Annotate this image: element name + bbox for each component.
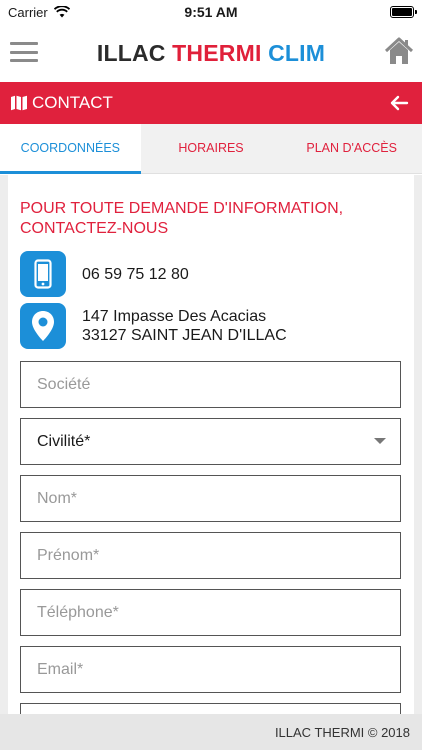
status-left: Carrier [8, 5, 70, 20]
menu-line [10, 59, 38, 62]
carrier-label: Carrier [8, 4, 48, 20]
contact-card: POUR TOUTE DEMANDE D'INFORMATION, CONTAC… [8, 175, 414, 714]
status-right [390, 6, 417, 18]
menu-line [10, 42, 38, 45]
civilite-value: Civilité* [37, 432, 91, 450]
home-icon[interactable] [384, 36, 414, 66]
societe-field[interactable]: Société [20, 361, 401, 408]
brand-word-2: THERMI [172, 39, 262, 66]
contact-title: CONTACT [32, 93, 113, 112]
content-background: POUR TOUTE DEMANDE D'INFORMATION, CONTAC… [0, 175, 422, 714]
hamburger-menu-button[interactable] [10, 40, 38, 64]
message-field[interactable] [20, 703, 401, 714]
map-icon [11, 95, 27, 111]
tab-coordonnees[interactable]: COORDONNÉES [0, 124, 141, 174]
contact-bar: CONTACT [0, 82, 422, 124]
nom-field[interactable]: Nom* [20, 475, 401, 522]
location-pin-icon [20, 303, 66, 349]
battery-icon [390, 6, 417, 18]
headline: POUR TOUTE DEMANDE D'INFORMATION, CONTAC… [20, 199, 402, 239]
contact-form: Société Civilité* Nom* Prénom* Téléphone… [20, 361, 402, 714]
back-arrow-icon[interactable] [388, 92, 410, 114]
tab-plan-acces[interactable]: PLAN D'ACCÈS [281, 124, 422, 173]
battery-fill [392, 8, 412, 16]
headline-line-2: CONTACTEZ-NOUS [20, 220, 169, 237]
headline-line-1: POUR TOUTE DEMANDE D'INFORMATION, [20, 200, 344, 217]
chevron-down-icon [374, 438, 386, 444]
wifi-icon [53, 6, 70, 18]
address-row[interactable]: 147 Impasse Des Acacias 33127 SAINT JEAN… [20, 303, 402, 349]
brand-logo: ILLAC THERMI CLIM [97, 40, 325, 67]
telephone-field[interactable]: Téléphone* [20, 589, 401, 636]
status-bar: Carrier 9:51 AM [0, 0, 422, 24]
tab-horaires[interactable]: HORAIRES [141, 124, 282, 173]
email-field[interactable]: Email* [20, 646, 401, 693]
footer-text: ILLAC THERMI © 2018 [274, 724, 410, 740]
smartphone-icon [20, 251, 66, 297]
prenom-field[interactable]: Prénom* [20, 532, 401, 579]
brand-word-3: CLIM [268, 39, 326, 66]
brand-word-1: ILLAC [96, 39, 166, 66]
address-line-1: 147 Impasse Des Acacias [82, 308, 267, 325]
tab-bar: COORDONNÉES HORAIRES PLAN D'ACCÈS [0, 124, 422, 174]
address-line-2: 33127 SAINT JEAN D'ILLAC [82, 327, 287, 344]
address-text[interactable]: 147 Impasse Des Acacias 33127 SAINT JEAN… [82, 307, 287, 345]
phone-row[interactable]: 06 59 75 12 80 [20, 251, 402, 297]
footer: ILLAC THERMI © 2018 [0, 714, 422, 750]
menu-line [10, 50, 38, 54]
app-header: ILLAC THERMI CLIM [0, 24, 422, 82]
phone-number[interactable]: 06 59 75 12 80 [82, 265, 189, 284]
civilite-select[interactable]: Civilité* [20, 418, 401, 465]
